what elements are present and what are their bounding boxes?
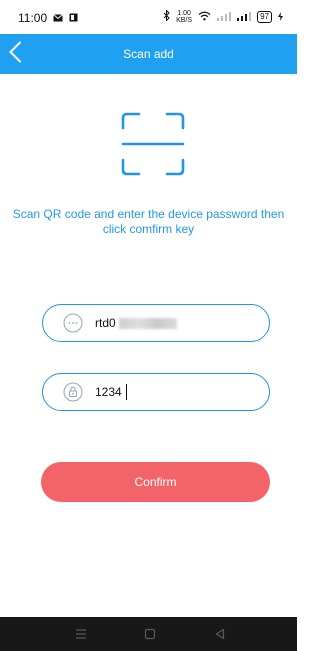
lock-icon <box>63 382 83 402</box>
status-bar: 11:00 1.00 KB/S 97 <box>0 0 297 34</box>
speed-value: 1.00 <box>177 10 191 17</box>
charging-icon <box>278 10 283 24</box>
text-cursor <box>126 384 127 400</box>
instruction-line-1: Scan QR code and enter the device passwo… <box>12 207 285 221</box>
back-button[interactable] <box>8 34 48 74</box>
bluetooth-icon <box>163 9 170 24</box>
home-icon[interactable] <box>141 625 159 643</box>
instruction-line-2: click comfirm key <box>102 222 195 236</box>
speed-unit: KB/S <box>176 17 193 24</box>
more-dots-icon <box>63 313 83 333</box>
wifi-icon <box>198 10 211 24</box>
battery-level: 97 <box>257 11 272 23</box>
network-speed: 1.00 KB/S <box>176 10 192 24</box>
status-right: 1.00 KB/S 97 <box>163 9 283 24</box>
status-left: 11:00 <box>18 11 78 25</box>
signal-icon-2 <box>237 10 252 24</box>
device-id-value: rtd0 <box>95 316 116 330</box>
device-id-field[interactable]: rtd0 <box>42 304 270 342</box>
message-icon <box>53 11 63 25</box>
chevron-left-icon <box>8 41 22 68</box>
notification-icon <box>69 11 78 25</box>
menu-icon[interactable] <box>72 625 90 643</box>
qr-scan-icon[interactable] <box>121 112 185 176</box>
navigation-bar <box>0 617 297 651</box>
password-value: 1234 <box>95 385 122 399</box>
redacted-text <box>119 318 177 329</box>
instruction-text: Scan QR code and enter the device passwo… <box>0 207 303 237</box>
signal-icon-1 <box>217 10 232 24</box>
password-field[interactable]: 1234 <box>42 373 270 411</box>
back-nav-icon[interactable] <box>211 625 229 643</box>
status-time: 11:00 <box>18 11 48 25</box>
app-header: Scan add <box>0 34 297 74</box>
confirm-button[interactable]: Confirm <box>41 462 270 502</box>
